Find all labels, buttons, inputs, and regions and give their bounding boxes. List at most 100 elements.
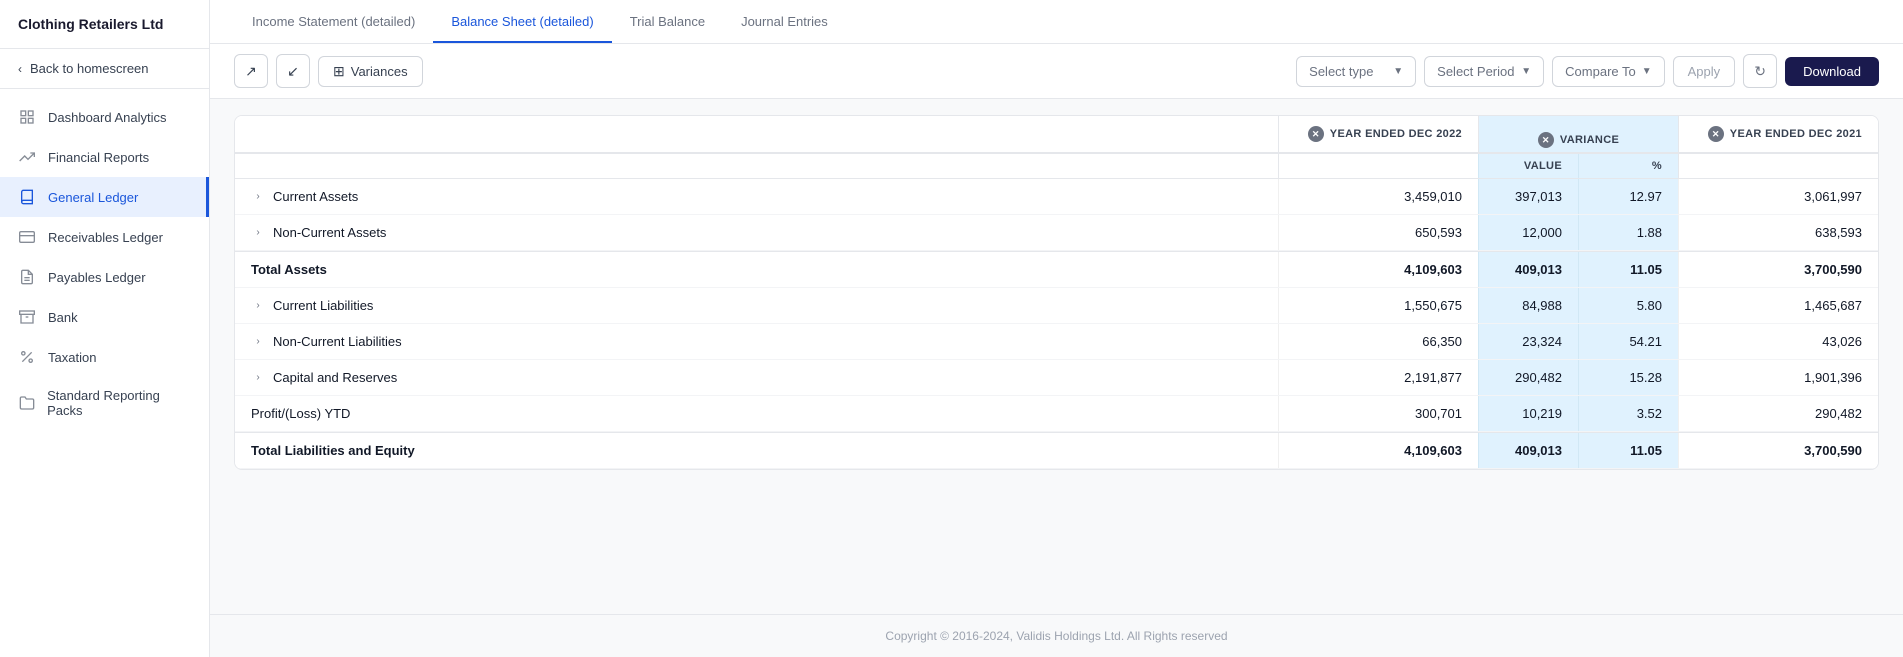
table-area: ✕ YEAR ENDED DEC 2022 ✕ VARIANCE ✕ YEAR …: [210, 99, 1903, 614]
sidebar-item-payables-ledger[interactable]: Payables Ledger: [0, 257, 209, 297]
th-variance: ✕ VARIANCE: [1478, 116, 1678, 152]
select-period-label: Select Period: [1437, 64, 1514, 79]
folder-icon: [18, 394, 35, 412]
grid-icon: [18, 108, 36, 126]
tab-balance-sheet[interactable]: Balance Sheet (detailed): [433, 0, 611, 43]
table-row-profit-loss-ytd: Profit/(Loss) YTD300,70110,2193.52290,48…: [235, 396, 1878, 432]
row-label-total-liabilities-equity: Total Liabilities and Equity: [235, 433, 1278, 468]
row-var-pct-current-liabilities: 5.80: [1578, 288, 1678, 323]
sidebar-item-general-ledger[interactable]: General Ledger: [0, 177, 209, 217]
sidebar-item-label: Bank: [48, 310, 78, 325]
sidebar-item-label: Financial Reports: [48, 150, 149, 165]
expand-row-chevron-icon[interactable]: ›: [251, 335, 265, 349]
expand-row-chevron-icon[interactable]: ›: [251, 190, 265, 204]
sidebar-item-label: General Ledger: [48, 190, 138, 205]
close-col4-icon[interactable]: ✕: [1708, 126, 1724, 142]
row-var-value-non-current-liabilities: 23,324: [1478, 324, 1578, 359]
sidebar-nav: Dashboard Analytics Financial Reports Gene…: [0, 89, 209, 657]
back-button[interactable]: ‹ Back to homescreen: [0, 49, 209, 89]
tabs-bar: Income Statement (detailed)Balance Sheet…: [210, 0, 1903, 44]
table-body: ›Current Assets3,459,010397,01312.973,06…: [235, 179, 1878, 469]
report-table: ✕ YEAR ENDED DEC 2022 ✕ VARIANCE ✕ YEAR …: [234, 115, 1879, 470]
sidebar-item-bank[interactable]: Bank: [0, 297, 209, 337]
row-col2-current-liabilities: 1,550,675: [1278, 288, 1478, 323]
row-label-current-liabilities: ›Current Liabilities: [235, 288, 1278, 323]
main-content: Income Statement (detailed)Balance Sheet…: [210, 0, 1903, 657]
row-var-value-total-liabilities-equity: 409,013: [1478, 433, 1578, 468]
copyright-text: Copyright © 2016-2024, Validis Holdings …: [885, 629, 1227, 643]
reset-icon: ↻: [1754, 63, 1766, 80]
row-label-current-assets: ›Current Assets: [235, 179, 1278, 214]
row-var-value-total-assets: 409,013: [1478, 252, 1578, 287]
th-sub-pct: %: [1578, 154, 1678, 178]
th-col2: ✕ YEAR ENDED DEC 2022: [1278, 116, 1478, 152]
sidebar-item-receivables-ledger[interactable]: Receivables Ledger: [0, 217, 209, 257]
th-sub-col4: [1678, 154, 1878, 178]
table-subheader: VALUE %: [235, 154, 1878, 179]
sidebar-item-label: Payables Ledger: [48, 270, 146, 285]
select-period-dropdown[interactable]: Select Period ▼: [1424, 56, 1544, 87]
collapse-button[interactable]: ↙: [276, 54, 310, 88]
table-row-total-liabilities-equity: Total Liabilities and Equity4,109,603409…: [235, 432, 1878, 469]
th-sub-col2: [1278, 154, 1478, 178]
tab-journal-entries[interactable]: Journal Entries: [723, 0, 846, 43]
sidebar-item-label: Receivables Ledger: [48, 230, 163, 245]
expand-row-chevron-icon[interactable]: ›: [251, 299, 265, 313]
row-var-value-non-current-assets: 12,000: [1478, 215, 1578, 250]
row-label-capital-reserves: ›Capital and Reserves: [235, 360, 1278, 395]
sidebar-item-dashboard-analytics[interactable]: Dashboard Analytics: [0, 97, 209, 137]
expand-row-chevron-icon[interactable]: ›: [251, 226, 265, 240]
row-col2-non-current-liabilities: 66,350: [1278, 324, 1478, 359]
table-header: ✕ YEAR ENDED DEC 2022 ✕ VARIANCE ✕ YEAR …: [235, 116, 1878, 154]
archive-icon: [18, 308, 36, 326]
select-period-chevron-icon: ▼: [1521, 66, 1531, 77]
row-col2-current-assets: 3,459,010: [1278, 179, 1478, 214]
expand-row-chevron-icon[interactable]: ›: [251, 371, 265, 385]
row-col4-current-liabilities: 1,465,687: [1678, 288, 1878, 323]
table-row-current-assets: ›Current Assets3,459,010397,01312.973,06…: [235, 179, 1878, 215]
th-empty: [235, 116, 1278, 152]
sidebar-item-standard-reporting[interactable]: Standard Reporting Packs: [0, 377, 209, 429]
download-button[interactable]: Download: [1785, 57, 1879, 86]
row-label-non-current-liabilities: ›Non-Current Liabilities: [235, 324, 1278, 359]
variances-button[interactable]: ⊞ Variances: [318, 56, 423, 87]
row-col4-non-current-assets: 638,593: [1678, 215, 1878, 250]
apply-button[interactable]: Apply: [1673, 56, 1736, 87]
sidebar: Clothing Retailers Ltd ‹ Back to homescr…: [0, 0, 210, 657]
row-var-pct-total-assets: 11.05: [1578, 252, 1678, 287]
tab-income-statement[interactable]: Income Statement (detailed): [234, 0, 433, 43]
row-col4-non-current-liabilities: 43,026: [1678, 324, 1878, 359]
sidebar-item-label: Standard Reporting Packs: [47, 388, 191, 418]
select-type-dropdown[interactable]: Select type ▼: [1296, 56, 1416, 87]
row-var-pct-total-liabilities-equity: 11.05: [1578, 433, 1678, 468]
compare-to-dropdown[interactable]: Compare To ▼: [1552, 56, 1664, 87]
toolbar: ↗ ↙ ⊞ Variances Select type ▼ Select Per…: [210, 44, 1903, 99]
footer: Copyright © 2016-2024, Validis Holdings …: [210, 614, 1903, 657]
close-variance-icon[interactable]: ✕: [1538, 132, 1554, 148]
row-col4-total-liabilities-equity: 3,700,590: [1678, 433, 1878, 468]
row-var-value-capital-reserves: 290,482: [1478, 360, 1578, 395]
row-col2-total-liabilities-equity: 4,109,603: [1278, 433, 1478, 468]
sidebar-item-taxation[interactable]: Taxation: [0, 337, 209, 377]
row-var-pct-capital-reserves: 15.28: [1578, 360, 1678, 395]
expand-button[interactable]: ↗: [234, 54, 268, 88]
back-label: Back to homescreen: [30, 61, 149, 76]
close-col2-icon[interactable]: ✕: [1308, 126, 1324, 142]
row-label-total-assets: Total Assets: [235, 252, 1278, 287]
table-row-capital-reserves: ›Capital and Reserves2,191,877290,48215.…: [235, 360, 1878, 396]
percent-icon: [18, 348, 36, 366]
table-row-non-current-liabilities: ›Non-Current Liabilities66,35023,32454.2…: [235, 324, 1878, 360]
sidebar-item-label: Taxation: [48, 350, 96, 365]
select-type-label: Select type: [1309, 64, 1373, 79]
row-col4-profit-loss-ytd: 290,482: [1678, 396, 1878, 431]
file-text-icon: [18, 268, 36, 286]
sidebar-item-financial-reports[interactable]: Financial Reports: [0, 137, 209, 177]
row-var-pct-profit-loss-ytd: 3.52: [1578, 396, 1678, 431]
reset-button[interactable]: ↻: [1743, 54, 1777, 88]
row-label-profit-loss-ytd: Profit/(Loss) YTD: [235, 396, 1278, 431]
compare-to-chevron-icon: ▼: [1642, 66, 1652, 77]
tab-trial-balance[interactable]: Trial Balance: [612, 0, 723, 43]
row-var-pct-non-current-liabilities: 54.21: [1578, 324, 1678, 359]
th-col4: ✕ YEAR ENDED DEC 2021: [1678, 116, 1878, 152]
row-col4-current-assets: 3,061,997: [1678, 179, 1878, 214]
